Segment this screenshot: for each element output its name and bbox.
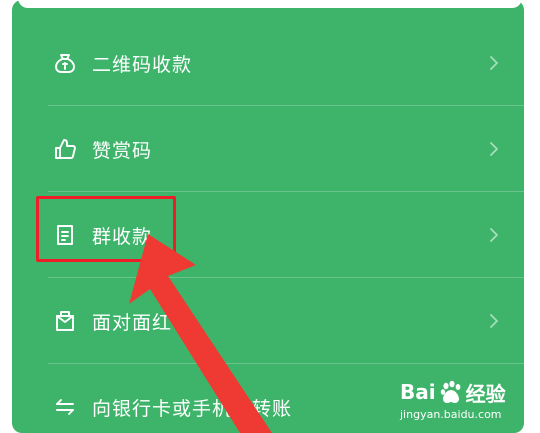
menu-item-label: 面对面红包 (92, 311, 193, 334)
transfer-arrows-icon (52, 394, 78, 420)
watermark-brand-left: Bai (400, 380, 436, 404)
money-bag-icon (52, 50, 78, 76)
chevron-right-icon (488, 54, 500, 72)
chevron-right-icon (488, 226, 500, 244)
menu-item-appreciation-code[interactable]: 赞赏码 (12, 106, 524, 192)
baidu-jingyan-watermark: Bai 经验 jingyan.baidu.com (400, 378, 512, 422)
red-packet-icon (52, 308, 78, 334)
top-card-edge (18, 0, 522, 8)
menu-item-label: 向银行卡或手机号转账 (92, 397, 293, 420)
menu-item-face-to-face-red-packet[interactable]: 面对面红包 (12, 278, 524, 364)
watermark-brand-right: 经验 (465, 381, 506, 406)
menu-item-label: 二维码收款 (92, 53, 193, 76)
chevron-right-icon (488, 312, 500, 330)
chevron-right-icon (488, 140, 500, 158)
menu-item-qr-code-payment[interactable]: 二维码收款 (12, 20, 524, 106)
screenshot-stage: 二维码收款 赞赏码 群收款 面对面红包 向银行卡或手机号转账 Bai 经验 ji… (0, 0, 540, 433)
thumbs-up-icon (52, 136, 78, 162)
watermark-url: jingyan.baidu.com (400, 408, 502, 421)
watermark-brand: Bai 经验 (400, 378, 506, 406)
paw-logo-icon (438, 379, 464, 405)
annotation-highlight-box (36, 196, 176, 262)
menu-item-label: 赞赏码 (92, 139, 153, 162)
